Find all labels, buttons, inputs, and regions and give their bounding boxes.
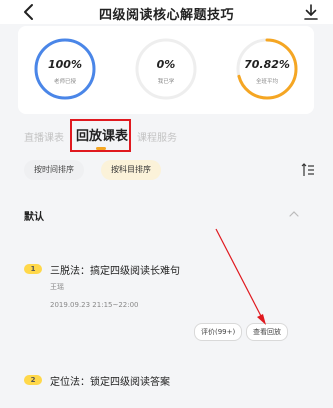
annotation-arrow xyxy=(215,228,266,325)
